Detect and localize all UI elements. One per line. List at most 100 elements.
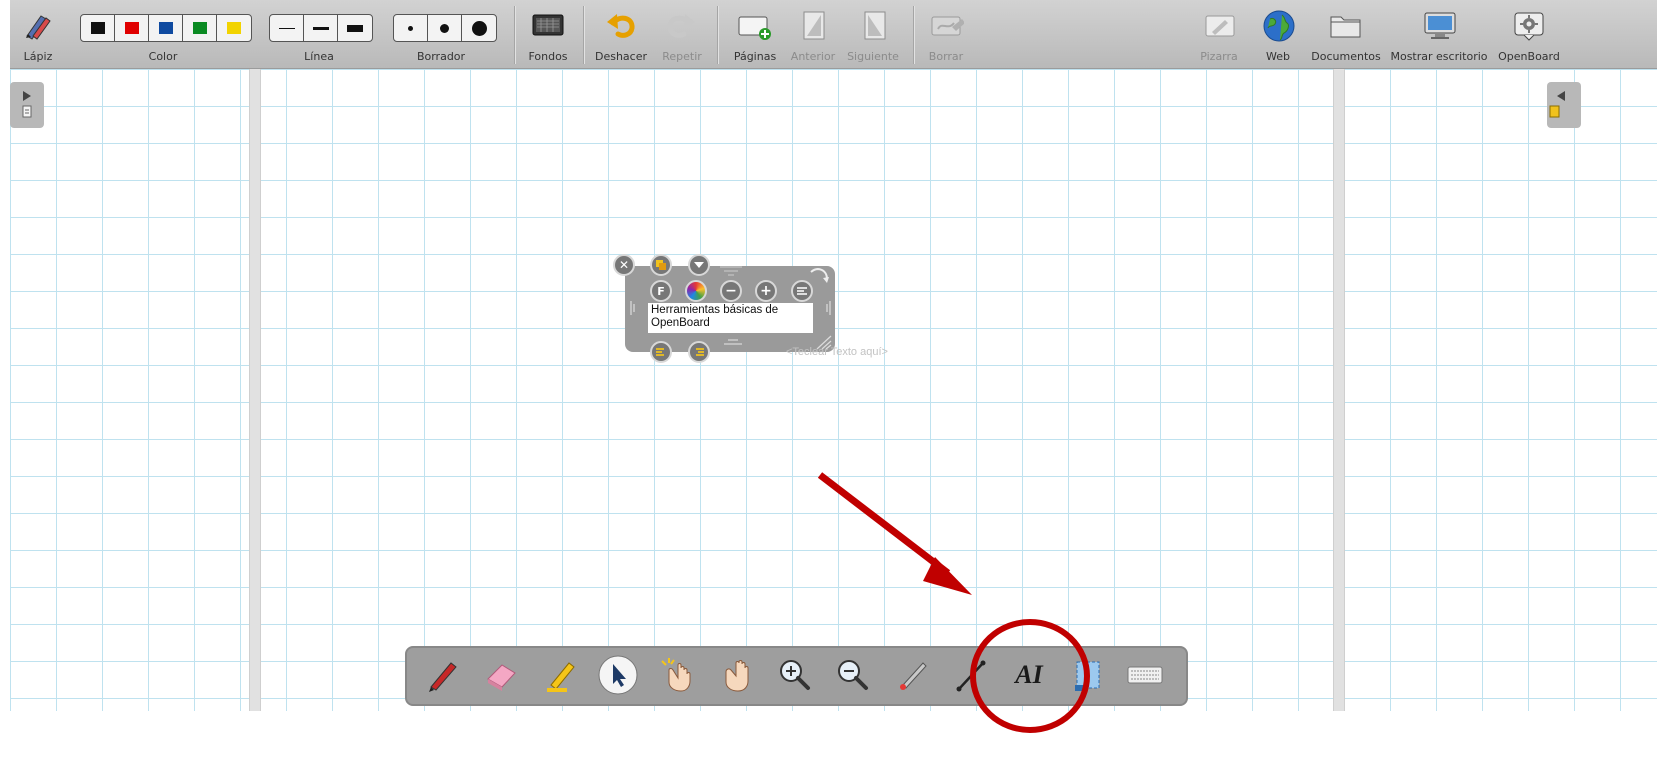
widget-text-option-button-2[interactable]	[688, 341, 710, 363]
expand-right-icon	[22, 91, 32, 118]
previous-page-button[interactable]	[797, 8, 831, 44]
virtual-keyboard-icon	[1127, 666, 1163, 684]
tool-zoom-out[interactable]	[833, 655, 873, 695]
zoom-out-icon	[838, 660, 868, 690]
color-swatch-green[interactable]	[183, 15, 217, 41]
widget-color-button[interactable]	[685, 280, 707, 302]
expand-left-icon	[1549, 91, 1565, 118]
eraser-size-medium[interactable]	[428, 15, 462, 41]
toolbar-separator	[514, 6, 515, 64]
text-align-left-icon	[656, 348, 664, 356]
widget-close-button[interactable]: ✕	[613, 254, 635, 276]
tool-virtual-keyboard[interactable]	[1125, 655, 1165, 695]
widget-font-button[interactable]: F	[650, 280, 672, 302]
settings-icon	[1514, 12, 1544, 41]
board-label: Pizarra	[1200, 50, 1238, 63]
top-toolbar: Lápiz Color Línea Borrador Fondos Deshac…	[10, 0, 1657, 69]
documents-label: Documentos	[1311, 50, 1381, 63]
desktop-icon	[1424, 12, 1456, 39]
font-icon: F	[657, 284, 665, 298]
undo-label: Deshacer	[594, 50, 648, 63]
eraser-size-small[interactable]	[394, 15, 428, 41]
redo-icon	[667, 14, 695, 38]
tool-zoom-in[interactable]	[775, 655, 815, 695]
board-mode-button[interactable]	[1203, 8, 1237, 44]
color-swatch-red[interactable]	[115, 15, 149, 41]
align-icon	[797, 287, 807, 295]
previous-label: Anterior	[790, 50, 836, 63]
tool-capture[interactable]	[1067, 655, 1107, 695]
show-desktop-label: Mostrar escritorio	[1390, 50, 1488, 63]
widget-align-button[interactable]	[791, 280, 813, 302]
line-icon	[956, 660, 986, 692]
tool-laser-pointer[interactable]	[893, 655, 933, 695]
tool-interact[interactable]	[657, 655, 697, 695]
undo-button[interactable]	[604, 8, 638, 44]
resize-right-handle-icon[interactable]	[824, 300, 832, 316]
eraser-icon	[487, 664, 516, 691]
left-palette-tab[interactable]	[10, 82, 44, 128]
documents-button[interactable]	[1329, 8, 1363, 44]
redo-label: Repetir	[662, 50, 702, 63]
redo-button[interactable]	[664, 8, 698, 44]
board-bottom-area	[0, 711, 1657, 773]
widget-increase-size-button[interactable]: +	[755, 280, 777, 302]
color-swatch-black[interactable]	[81, 15, 115, 41]
tool-highlighter[interactable]	[541, 655, 581, 695]
clear-page-button[interactable]	[930, 8, 964, 44]
pencil-icon	[26, 15, 51, 40]
line-width-thick[interactable]	[338, 15, 372, 41]
backgrounds-label: Fondos	[528, 50, 568, 63]
next-page-button[interactable]	[858, 8, 892, 44]
widget-duplicate-button[interactable]	[650, 254, 672, 276]
tool-line[interactable]	[951, 655, 991, 695]
widget-decrease-size-button[interactable]: −	[720, 280, 742, 302]
folder-icon	[1330, 16, 1361, 38]
widget-menu-button[interactable]	[688, 254, 710, 276]
show-desktop-button[interactable]	[1422, 8, 1456, 44]
undo-icon	[607, 14, 635, 38]
duplicate-icon	[656, 260, 666, 270]
toolbar-separator	[717, 6, 718, 64]
resize-bottom-handle-icon[interactable]	[720, 338, 746, 348]
background-icon	[532, 14, 564, 36]
next-page-icon	[864, 11, 886, 40]
color-swatch-blue[interactable]	[149, 15, 183, 41]
previous-page-icon	[803, 11, 825, 40]
add-page-icon	[738, 16, 771, 40]
line-width-thin[interactable]	[270, 15, 304, 41]
tool-text[interactable]: AI	[1009, 655, 1049, 695]
web-button[interactable]	[1262, 8, 1296, 44]
globe-icon	[1263, 10, 1295, 42]
rotate-icon[interactable]	[808, 266, 830, 286]
color-selector	[80, 14, 252, 42]
web-label: Web	[1266, 50, 1290, 63]
color-swatch-yellow[interactable]	[217, 15, 251, 41]
move-handle-icon[interactable]	[718, 264, 744, 276]
eraser-size-large[interactable]	[462, 15, 496, 41]
pencil-label: Lápiz	[23, 50, 53, 63]
backgrounds-button[interactable]	[531, 8, 565, 44]
text-placeholder: <Teclear Texto aquí>	[786, 346, 888, 358]
tool-selector[interactable]	[598, 655, 638, 695]
capture-icon	[1075, 661, 1100, 691]
tool-pen[interactable]	[423, 655, 463, 695]
openboard-menu-button[interactable]	[1512, 8, 1546, 44]
right-palette-tab[interactable]	[1547, 82, 1581, 128]
line-width-medium[interactable]	[304, 15, 338, 41]
hand-icon	[725, 660, 749, 692]
text-box-content[interactable]: Herramientas básicas de OpenBoard	[648, 303, 813, 333]
tool-hand[interactable]	[717, 655, 757, 695]
page-margin-right	[1333, 69, 1345, 711]
text-icon: AI	[1015, 660, 1043, 689]
pages-button[interactable]	[737, 8, 771, 44]
widget-text-option-button-1[interactable]	[650, 341, 672, 363]
stylus-palette: AI	[405, 646, 1188, 706]
tool-eraser[interactable]	[482, 655, 522, 695]
erase-label: Borrar	[928, 50, 964, 63]
menu-icon	[694, 262, 704, 268]
pencil-button[interactable]	[20, 8, 54, 44]
resize-left-handle-icon[interactable]	[629, 300, 637, 316]
increase-size-icon: +	[760, 283, 772, 299]
line-width-selector	[269, 14, 373, 42]
